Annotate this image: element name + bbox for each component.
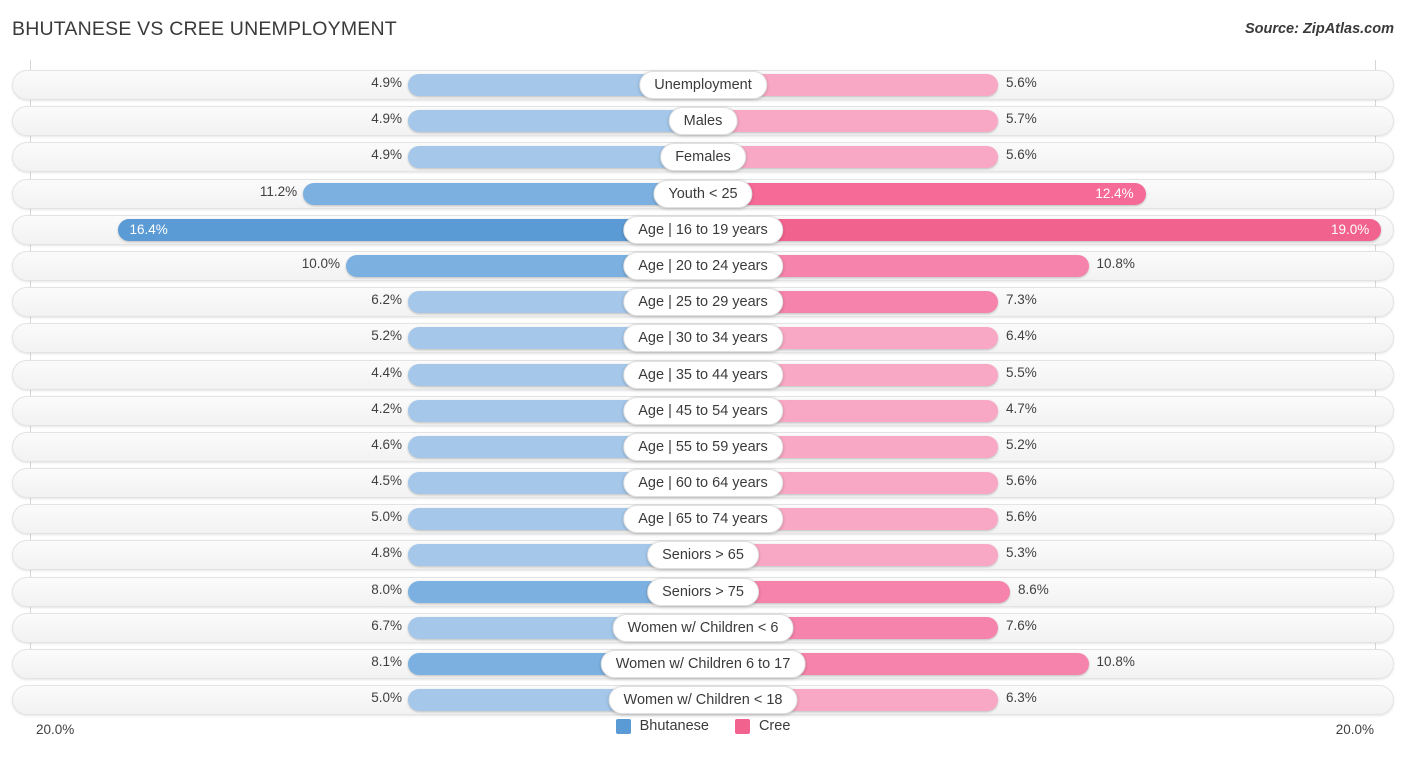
bar-value-cree: 5.3% (1006, 545, 1037, 561)
bar-value-bhutanese: 8.0% (371, 581, 402, 597)
bar-value-cree: 6.4% (1006, 328, 1037, 344)
row-label-pill: Age | 25 to 29 years (623, 288, 783, 317)
row-label-pill: Age | 45 to 54 years (623, 396, 783, 425)
bar-value-cree: 5.6% (1006, 75, 1037, 90)
bar-value-cree: 19.0% (1331, 222, 1370, 238)
bar-cree: 12.4% (703, 182, 1146, 205)
bar-bhutanese (303, 182, 703, 205)
row-label-pill: Youth < 25 (653, 179, 753, 208)
chart-row: 5.2% 6.4% Age | 30 to 34 years (0, 320, 1406, 356)
chart-row: 4.6% 5.2% Age | 55 to 59 years (0, 429, 1406, 465)
bar-value-cree: 5.7% (1006, 111, 1037, 127)
row-label-pill: Age | 65 to 74 years (623, 505, 783, 534)
row-label-pill: Women w/ Children < 18 (608, 686, 798, 715)
bar-value-bhutanese: 10.0% (301, 255, 340, 271)
bar-value-cree: 7.3% (1006, 292, 1037, 308)
bar-value-bhutanese: 5.0% (371, 690, 402, 706)
bar-bhutanese (408, 146, 703, 169)
bar-value-bhutanese: 11.2% (259, 183, 298, 199)
row-label-pill: Unemployment (639, 71, 767, 99)
chart-legend: Bhutanese Cree (0, 718, 1406, 734)
chart-row: 4.8% 5.3% Seniors > 65 (0, 537, 1406, 573)
bar-value-cree: 10.8% (1096, 654, 1135, 669)
row-label-pill: Age | 55 to 59 years (623, 432, 783, 461)
page-title: BHUTANESE VS CREE UNEMPLOYMENT (12, 18, 397, 40)
legend-label: Bhutanese (639, 718, 709, 734)
row-label-pill: Age | 60 to 64 years (623, 469, 783, 498)
source-attribution: Source: ZipAtlas.com (1244, 21, 1394, 37)
chart-row: 4.4% 5.5% Age | 35 to 44 years (0, 357, 1406, 393)
row-label-pill: Males (668, 107, 738, 136)
bar-value-bhutanese: 4.4% (371, 364, 402, 380)
bar-value-bhutanese: 6.2% (371, 292, 402, 308)
bar-value-bhutanese: 4.8% (371, 545, 402, 561)
chart-row: 11.2% 12.4% Youth < 25 (0, 176, 1406, 212)
chart-row: 4.5% 5.6% Age | 60 to 64 years (0, 465, 1406, 501)
bar-value-bhutanese: 4.9% (371, 75, 402, 90)
bar-value-bhutanese: 4.2% (371, 400, 402, 416)
row-label-pill: Women w/ Children 6 to 17 (600, 650, 806, 678)
bar-value-cree: 5.6% (1006, 147, 1037, 163)
bar-cree (703, 110, 998, 133)
legend-swatch-icon (615, 718, 631, 734)
bar-value-bhutanese: 4.6% (371, 436, 402, 452)
row-label-pill: Females (660, 143, 746, 172)
bar-rows-container: 4.9% 5.6% Unemployment 4.9% 5.7% Males 4.9% 5.6… (0, 67, 1406, 718)
bar-value-cree: 4.7% (1006, 400, 1037, 416)
bar-value-bhutanese: 8.1% (371, 654, 402, 669)
row-label-pill: Age | 16 to 19 years (623, 215, 783, 244)
chart-row: 4.9% 5.7% Males (0, 103, 1406, 139)
row-label-pill: Seniors > 75 (647, 577, 759, 606)
row-label-pill: Seniors > 65 (647, 541, 759, 570)
bar-value-cree: 5.2% (1006, 436, 1037, 452)
chart-root: BHUTANESE VS CREE UNEMPLOYMENT Source: Z… (0, 0, 1406, 757)
bar-value-bhutanese: 4.9% (371, 111, 402, 127)
bar-value-cree: 5.6% (1006, 473, 1037, 489)
plot-area: 4.9% 5.6% Unemployment 4.9% 5.7% Males 4.9% 5.6… (0, 60, 1406, 718)
bar-value-cree: 5.5% (1006, 364, 1037, 380)
chart-row: 5.0% 5.6% Age | 65 to 74 years (0, 501, 1406, 537)
chart-row: 16.4% 19.0% Age | 16 to 19 years (0, 212, 1406, 248)
bar-value-bhutanese: 4.9% (371, 147, 402, 163)
chart-row: 4.9% 5.6% Females (0, 139, 1406, 175)
bar-cree (703, 146, 998, 169)
bar-value-bhutanese: 16.4% (129, 222, 168, 238)
legend-item[interactable]: Cree (734, 718, 791, 734)
chart-row: 4.2% 4.7% Age | 45 to 54 years (0, 393, 1406, 429)
bar-bhutanese: 16.4% (117, 218, 703, 241)
row-label-pill: Age | 35 to 44 years (623, 360, 783, 389)
chart-row: 8.0% 8.6% Seniors > 75 (0, 574, 1406, 610)
bar-value-cree: 7.6% (1006, 617, 1037, 633)
bar-value-bhutanese: 5.2% (371, 328, 402, 344)
bar-cree: 19.0% (703, 218, 1382, 241)
chart-row: 6.2% 7.3% Age | 25 to 29 years (0, 284, 1406, 320)
bar-value-cree: 10.8% (1096, 255, 1135, 271)
chart-row: 10.0% 10.8% Age | 20 to 24 years (0, 248, 1406, 284)
bar-value-bhutanese: 6.7% (371, 617, 402, 633)
bar-value-bhutanese: 5.0% (371, 509, 402, 525)
legend-item[interactable]: Bhutanese (615, 718, 709, 734)
row-label-pill: Age | 20 to 24 years (623, 251, 783, 280)
chart-row: 5.0% 6.3% Women w/ Children < 18 (0, 682, 1406, 718)
chart-row: 4.9% 5.6% Unemployment (0, 67, 1406, 103)
bar-value-bhutanese: 4.5% (371, 473, 402, 489)
bar-value-cree: 6.3% (1006, 690, 1037, 706)
bar-value-cree: 12.4% (1095, 186, 1134, 202)
row-label-pill: Women w/ Children < 6 (612, 613, 794, 642)
bar-value-cree: 5.6% (1006, 509, 1037, 525)
row-label-pill: Age | 30 to 34 years (623, 324, 783, 353)
bar-bhutanese (408, 110, 703, 133)
legend-swatch-icon (734, 718, 750, 734)
chart-row: 8.1% 10.8% Women w/ Children 6 to 17 (0, 646, 1406, 682)
chart-row: 6.7% 7.6% Women w/ Children < 6 (0, 610, 1406, 646)
bar-value-cree: 8.6% (1018, 581, 1049, 597)
legend-label: Cree (758, 718, 791, 734)
